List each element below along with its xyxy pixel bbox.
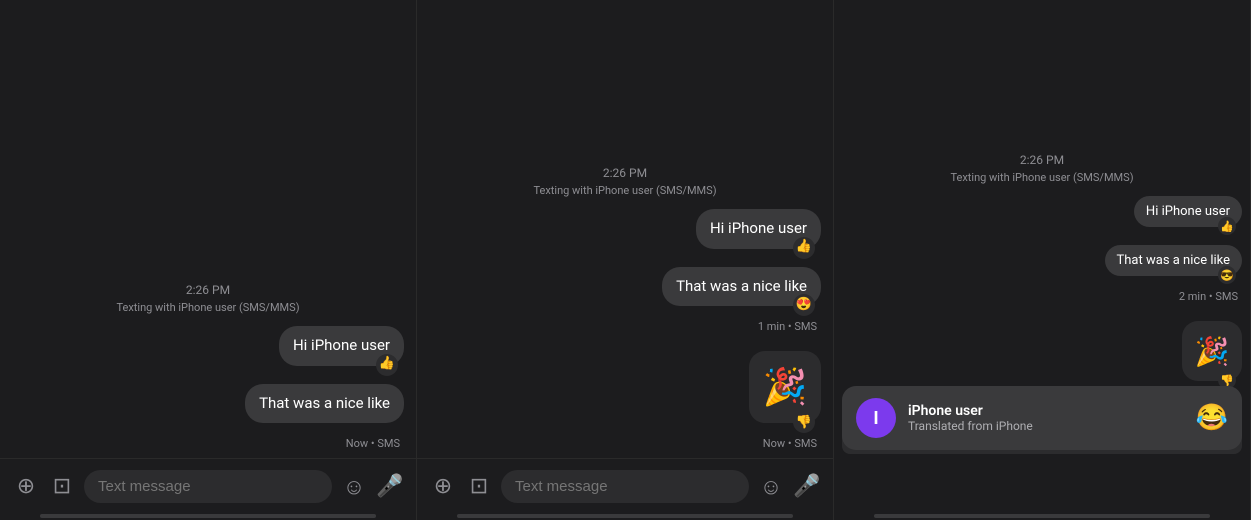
notif-avatar: I <box>856 398 896 438</box>
text-input-left[interactable] <box>84 470 332 503</box>
message-row-r2: That was a nice like 😎 <box>842 245 1242 276</box>
message-row-1: Hi iPhone user 👍 <box>12 326 404 366</box>
input-bar-middle: ⊕ ⊡ ☺ 🎤 <box>417 458 833 514</box>
input-bar-left: ⊕ ⊡ ☺ 🎤 <box>0 458 416 514</box>
panel-left: 2:26 PM Texting with iPhone user (SMS/MM… <box>0 0 417 520</box>
msg-meta-right-2: 2 min • SMS <box>842 290 1242 303</box>
message-row-m3: 🎉 👎 <box>429 351 821 423</box>
add-icon-left[interactable]: ⊕ <box>12 474 40 499</box>
image-icon-left[interactable]: ⊡ <box>48 474 76 499</box>
notif-subtitle: Translated from iPhone <box>908 419 1184 433</box>
notif-name: iPhone user <box>908 403 1184 419</box>
text-input-middle[interactable] <box>501 470 749 503</box>
bubble-nice-like-left: That was a nice like <box>245 384 404 424</box>
message-row-m1: Hi iPhone user 👍 <box>429 209 821 249</box>
emoji-icon-middle[interactable]: ☺ <box>757 474 785 500</box>
reaction-r1: 👍 <box>1218 217 1236 235</box>
panel-right: 2:26 PM Texting with iPhone user (SMS/MM… <box>834 0 1251 520</box>
chat-area-left: 2:26 PM Texting with iPhone user (SMS/MM… <box>0 0 416 458</box>
input-bar-right-spacer <box>834 458 1250 514</box>
bubble-nice-like-middle: That was a nice like 😍 <box>662 267 821 307</box>
message-row-2: That was a nice like <box>12 384 404 424</box>
panel-middle: 2:26 PM Texting with iPhone user (SMS/MM… <box>417 0 834 520</box>
bubble-hi-iphone-right: Hi iPhone user 👍 <box>1134 196 1242 227</box>
bubble-hi-iphone-left: Hi iPhone user 👍 <box>279 326 404 366</box>
time-label-right: 2:26 PM <box>842 153 1242 167</box>
home-indicator-right <box>874 514 1210 518</box>
time-label-left: 2:26 PM <box>12 283 404 297</box>
reaction-r2: 😎 <box>1218 266 1236 284</box>
bubble-hi-iphone-middle: Hi iPhone user 👍 <box>696 209 821 249</box>
mic-icon-middle[interactable]: 🎤 <box>793 474 821 499</box>
image-bubble-middle: 🎉 👎 <box>749 351 821 423</box>
emoji-icon-left[interactable]: ☺ <box>340 474 368 500</box>
home-indicator-middle <box>457 514 793 518</box>
notif-emoji: 😂 <box>1196 403 1228 433</box>
reaction-m3: 👎 <box>793 411 815 433</box>
image-bubble-right: 🎉 👎 <box>1182 321 1242 381</box>
bubble-nice-like-right: That was a nice like 😎 <box>1105 245 1242 276</box>
time-label-middle: 2:26 PM <box>429 166 821 180</box>
reaction-m1: 👍 <box>793 237 815 259</box>
chat-area-middle: 2:26 PM Texting with iPhone user (SMS/MM… <box>417 0 833 458</box>
reaction-m2: 😍 <box>793 294 815 316</box>
image-icon-middle[interactable]: ⊡ <box>465 474 493 499</box>
message-row-r1: Hi iPhone user 👍 <box>842 196 1242 227</box>
mic-icon-left[interactable]: 🎤 <box>376 474 404 499</box>
message-row-m2: That was a nice like 😍 <box>429 267 821 307</box>
message-row-r3: 🎉 👎 <box>842 321 1242 381</box>
status-label-right: Texting with iPhone user (SMS/MMS) <box>842 171 1242 184</box>
msg-meta-left-2: Now • SMS <box>12 437 404 450</box>
status-label-left: Texting with iPhone user (SMS/MMS) <box>12 301 404 314</box>
home-indicator-left <box>40 514 376 518</box>
msg-meta-middle-3: Now • SMS <box>429 437 821 450</box>
reaction-thumbsup-1: 👍 <box>376 354 398 376</box>
notification-popup[interactable]: I iPhone user Translated from iPhone 😂 <box>842 386 1242 450</box>
add-icon-middle[interactable]: ⊕ <box>429 474 457 499</box>
notif-content: iPhone user Translated from iPhone <box>908 403 1184 433</box>
status-label-middle: Texting with iPhone user (SMS/MMS) <box>429 184 821 197</box>
msg-meta-middle-2: 1 min • SMS <box>429 320 821 333</box>
